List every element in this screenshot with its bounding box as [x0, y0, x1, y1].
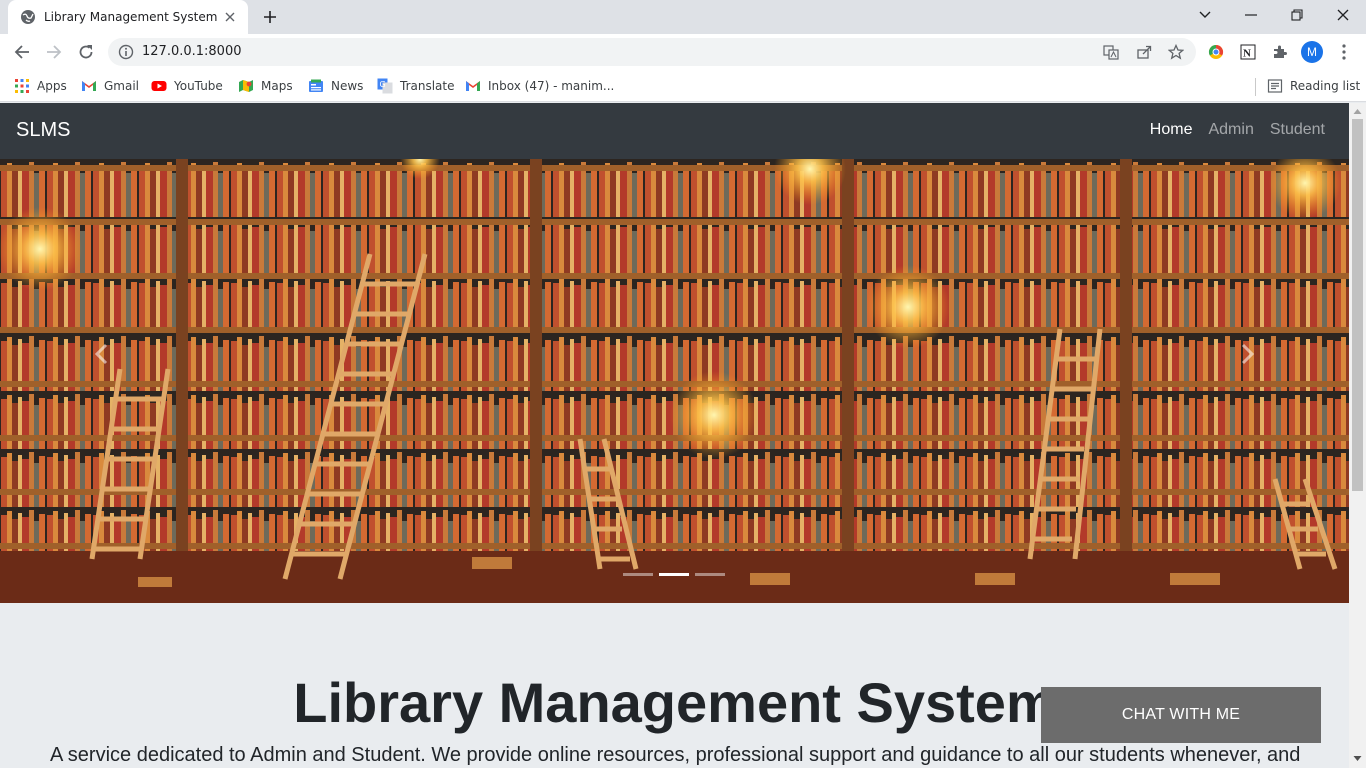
- bookmark-gmail[interactable]: Gmail: [81, 76, 139, 96]
- notion-extension-icon[interactable]: N: [1238, 42, 1258, 62]
- translate-icon: G: [377, 78, 393, 94]
- bookmarks-bar: Apps Gmail YouTube Maps News G Translate: [0, 70, 1366, 102]
- svg-text:G: G: [380, 80, 386, 89]
- globe-icon: [21, 10, 35, 24]
- address-bar[interactable]: 127.0.0.1:8000: [108, 38, 1196, 66]
- back-icon[interactable]: [8, 38, 36, 66]
- reading-list-icon: [1267, 79, 1283, 93]
- url-text: 127.0.0.1:8000: [142, 44, 242, 59]
- news-icon: [309, 79, 323, 92]
- carousel-indicator-1[interactable]: [623, 573, 653, 576]
- hero-carousel: [0, 159, 1349, 603]
- site-navbar: SLMS Home Admin Student: [0, 103, 1349, 159]
- translate-page-icon[interactable]: [1103, 44, 1119, 60]
- reading-list-button[interactable]: Reading list: [1267, 76, 1360, 96]
- svg-text:N: N: [1243, 48, 1251, 60]
- browser-tab[interactable]: Library Management System: [8, 0, 248, 34]
- bookmark-news[interactable]: News: [308, 76, 363, 96]
- bookmark-label: News: [331, 79, 364, 93]
- nav-link-student[interactable]: Student: [1270, 121, 1325, 139]
- scrollbar-thumb[interactable]: [1352, 119, 1363, 491]
- navbar-links: Home Admin Student: [1150, 121, 1325, 139]
- reload-icon[interactable]: [72, 38, 100, 66]
- restore-icon[interactable]: [1274, 0, 1320, 30]
- new-tab-icon[interactable]: [258, 5, 282, 29]
- chrome-extension-icon[interactable]: [1206, 42, 1226, 62]
- bookmark-apps[interactable]: Apps: [14, 76, 67, 96]
- gmail-icon: [82, 81, 96, 91]
- scroll-up-icon[interactable]: [1353, 107, 1362, 116]
- nav-link-home[interactable]: Home: [1150, 121, 1193, 139]
- carousel-indicators: [623, 573, 725, 576]
- youtube-icon: [151, 81, 167, 91]
- bookmark-translate[interactable]: G Translate: [377, 76, 455, 96]
- tab-search-chevron-icon[interactable]: [1182, 0, 1228, 30]
- tab-title: Library Management System: [44, 10, 218, 24]
- forward-icon[interactable]: [40, 38, 68, 66]
- bookmark-star-icon[interactable]: [1168, 44, 1184, 60]
- tab-strip: Library Management System: [0, 0, 1366, 34]
- bookmark-maps[interactable]: Maps: [238, 76, 293, 96]
- page-viewport: SLMS Home Admin Student Library Manageme…: [0, 103, 1349, 768]
- bookmark-label: Inbox (47) - manim...: [488, 79, 615, 93]
- site-info-icon[interactable]: [118, 44, 134, 60]
- bookmark-label: Apps: [37, 79, 67, 93]
- carousel-next-icon[interactable]: [1233, 339, 1263, 369]
- carousel-indicator-3[interactable]: [695, 573, 725, 576]
- apps-grid-icon: [15, 79, 29, 93]
- bookmark-label: YouTube: [174, 79, 223, 93]
- bookmark-youtube[interactable]: YouTube: [151, 76, 223, 96]
- bookmark-inbox[interactable]: Inbox (47) - manim...: [465, 76, 614, 96]
- chat-with-me-button[interactable]: CHAT WITH ME: [1041, 687, 1321, 743]
- carousel-indicator-2[interactable]: [659, 573, 689, 576]
- chrome-menu-icon[interactable]: [1334, 42, 1354, 62]
- extensions-puzzle-icon[interactable]: [1270, 42, 1290, 62]
- close-window-icon[interactable]: [1320, 0, 1366, 30]
- bookmark-label: Maps: [261, 79, 293, 93]
- bookmark-label: Translate: [400, 79, 455, 93]
- library-bookshelves-image: [0, 159, 1349, 603]
- page-scrollbar[interactable]: [1349, 103, 1366, 768]
- carousel-prev-icon[interactable]: [86, 339, 116, 369]
- nav-link-admin[interactable]: Admin: [1208, 121, 1253, 139]
- browser-toolbar: 127.0.0.1:8000 N M: [0, 34, 1366, 70]
- gmail-icon: [466, 81, 480, 91]
- reading-list-label: Reading list: [1290, 79, 1361, 93]
- minimize-icon[interactable]: [1228, 0, 1274, 30]
- bookmark-label: Gmail: [104, 79, 140, 93]
- profile-avatar[interactable]: M: [1301, 41, 1323, 63]
- share-icon[interactable]: [1136, 44, 1152, 60]
- close-tab-icon[interactable]: [222, 9, 238, 25]
- maps-icon: [239, 80, 253, 92]
- bookmark-separator: [1255, 78, 1256, 96]
- hero-lead-text: A service dedicated to Admin and Student…: [50, 744, 1301, 766]
- navbar-brand[interactable]: SLMS: [16, 119, 70, 142]
- scroll-down-icon[interactable]: [1353, 754, 1362, 763]
